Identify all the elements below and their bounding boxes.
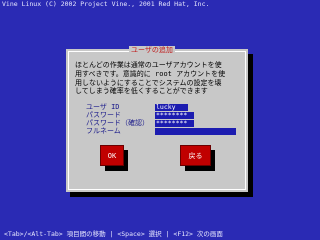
dialog-title: ユーザの追加: [129, 46, 175, 54]
password-field[interactable]: ********: [155, 112, 194, 119]
description-line: 用すべきです。意識的に root アカウントを使: [75, 69, 226, 78]
password-confirm-field[interactable]: ********: [155, 120, 194, 127]
user-id-field[interactable]: lucky: [155, 104, 188, 111]
ok-button[interactable]: OK: [100, 145, 124, 166]
full-name-row: フルネーム: [86, 127, 256, 136]
full-name-label: フルネーム: [86, 127, 121, 135]
description-line: してしまう確率を低くすることができます: [75, 87, 208, 96]
help-statusbar: <Tab>/<Alt-Tab> 項目間の移動 | <Space> 選択 | <F…: [4, 230, 223, 238]
full-name-field[interactable]: [155, 128, 236, 135]
back-button[interactable]: 戻る: [180, 145, 211, 166]
add-user-dialog: ユーザの追加 ほとんどの作業は通常のユーザアカウントを使 用すべきです。意識的に…: [66, 46, 248, 192]
description-line: ほとんどの作業は通常のユーザアカウントを使: [75, 61, 222, 69]
dialog-description: ほとんどの作業は通常のユーザアカウントを使 用すべきです。意識的に root ア…: [75, 61, 245, 96]
header-copyright: Vine Linux (C) 2002 Project Vine., 2001 …: [2, 0, 210, 8]
